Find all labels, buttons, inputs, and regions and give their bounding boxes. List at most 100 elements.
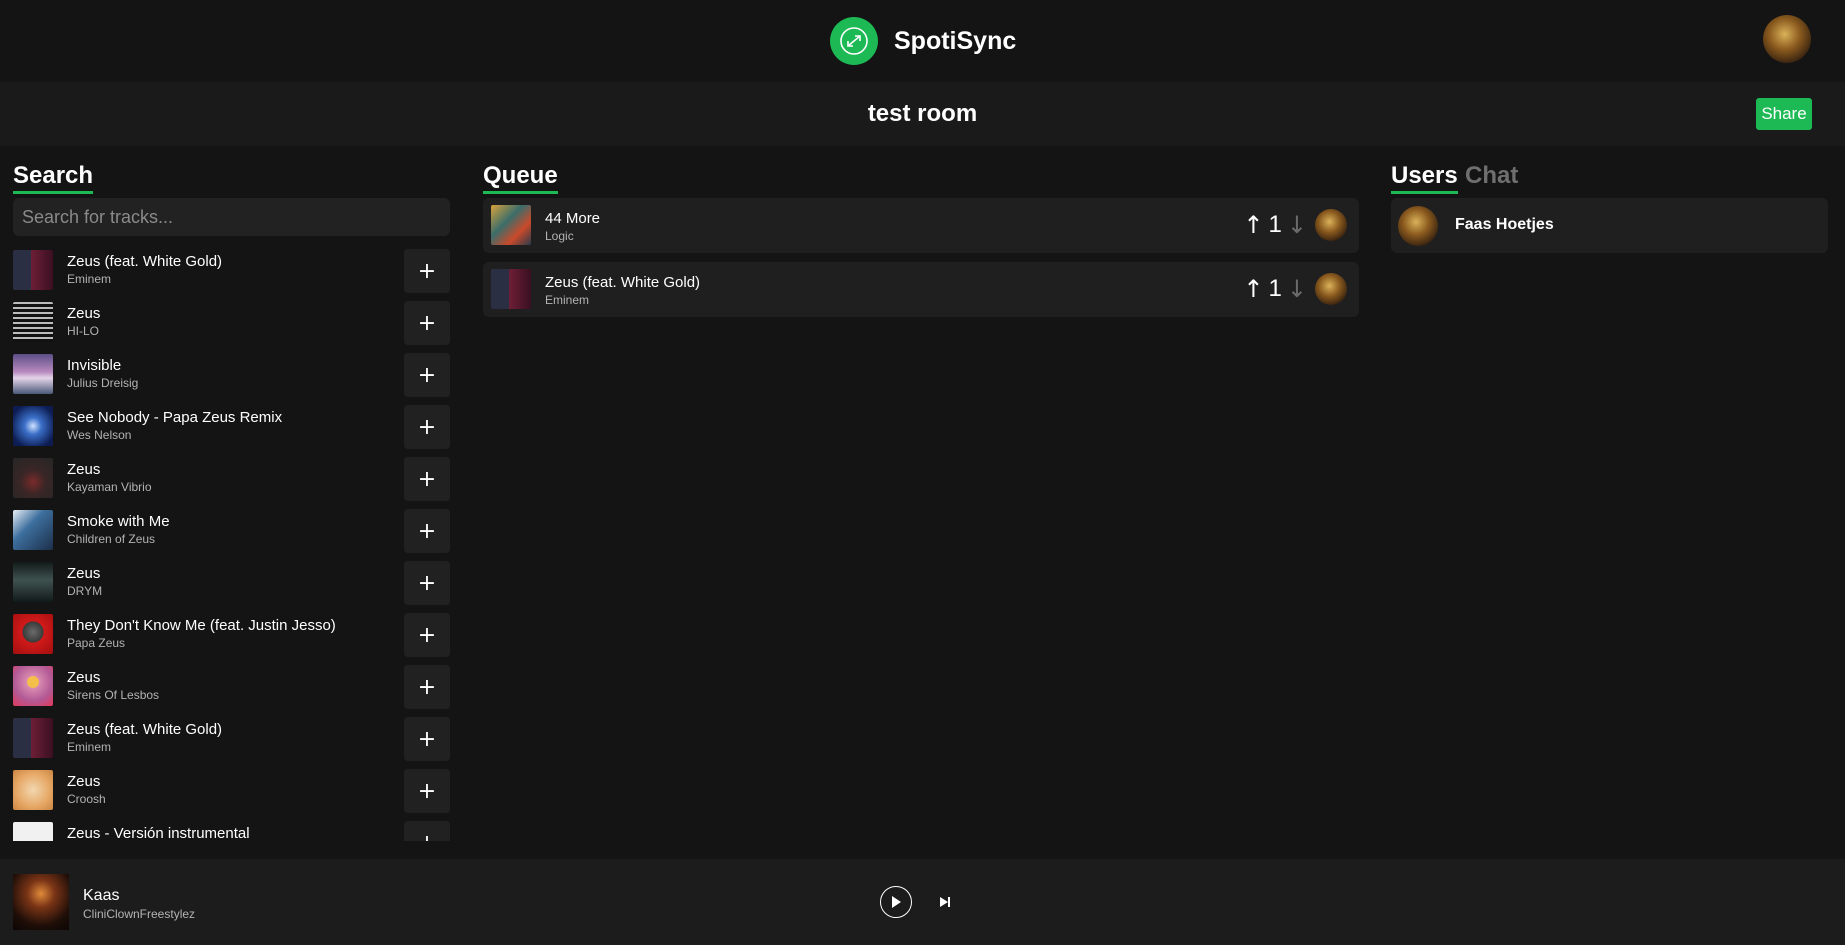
add-track-button[interactable]: + (404, 665, 450, 709)
track-artist: Sirens Of Lesbos (67, 688, 160, 702)
user-item: Faas Hoetjes (1391, 198, 1828, 253)
search-result: Zeus (feat. White Gold) Eminem + (13, 246, 450, 298)
track-title: Zeus (67, 305, 101, 322)
search-result: They Don't Know Me (feat. Justin Jesso) … (13, 610, 450, 662)
track-artist: Eminem (67, 740, 112, 754)
track-artist: Eminem (545, 293, 590, 307)
added-by-avatar (1315, 273, 1347, 305)
queue-item: Zeus (feat. White Gold) Eminem ↑ 1 ↓ (483, 262, 1359, 317)
album-cover (491, 205, 531, 245)
track-artist: Eminem (67, 272, 112, 286)
app-name: SpotiSync (894, 26, 1017, 55)
add-track-button[interactable]: + (404, 353, 450, 397)
player-bar: Kaas CliniClownFreestylez (0, 859, 1845, 945)
now-playing-title: Kaas (83, 887, 120, 904)
album-cover (13, 510, 53, 550)
track-title: Zeus (67, 773, 101, 790)
avatar (1398, 206, 1438, 246)
track-title: See Nobody - Papa Zeus Remix (67, 409, 283, 426)
now-playing-cover (13, 874, 69, 930)
now-playing-artist: CliniClownFreestylez (83, 907, 196, 921)
track-artist: Children of Zeus (67, 532, 156, 546)
track-title: Smoke with Me (67, 513, 170, 530)
vote-controls: ↑ 1 ↓ (1243, 208, 1347, 242)
search-result: Zeus Croosh + (13, 766, 450, 818)
search-result: Smoke with Me Children of Zeus + (13, 506, 450, 558)
search-result: Zeus - Versión instrumental + (13, 818, 450, 841)
tab-chat[interactable]: Chat (1465, 162, 1518, 192)
track-artist: DRYM (67, 584, 103, 598)
album-cover (13, 354, 53, 394)
album-cover (13, 822, 53, 841)
vote-count: 1 (1268, 211, 1282, 238)
search-result: See Nobody - Papa Zeus Remix Wes Nelson … (13, 402, 450, 454)
add-track-button[interactable]: + (404, 561, 450, 605)
downvote-arrow-icon[interactable]: ↓ (1287, 211, 1307, 239)
play-icon (892, 896, 901, 908)
tab-users-label: Users (1391, 162, 1458, 189)
album-cover (13, 458, 53, 498)
album-cover (13, 562, 53, 602)
track-artist: Logic (545, 229, 574, 243)
track-title: Zeus (feat. White Gold) (67, 253, 223, 270)
album-cover (491, 269, 531, 309)
album-cover (13, 614, 53, 654)
track-artist: Wes Nelson (67, 428, 132, 442)
heading-underline (1391, 191, 1458, 194)
add-track-button[interactable]: + (404, 821, 450, 841)
user-name: Faas Hoetjes (1455, 216, 1554, 233)
search-results[interactable]: Zeus (feat. White Gold) Eminem + Zeus HI… (13, 246, 450, 841)
track-title: Zeus (67, 461, 101, 478)
track-artist: Kayaman Vibrio (67, 480, 152, 494)
play-button[interactable] (880, 886, 912, 918)
track-artist: Julius Dreisig (67, 376, 139, 390)
queue-item: 44 More Logic ↑ 1 ↓ (483, 198, 1359, 253)
track-title: They Don't Know Me (feat. Justin Jesso) (67, 617, 336, 634)
add-track-button[interactable]: + (404, 509, 450, 553)
search-result: Invisible Julius Dreisig + (13, 350, 450, 402)
album-cover (13, 718, 53, 758)
skip-next-icon (940, 897, 950, 907)
track-title: Zeus (67, 565, 101, 582)
add-track-button[interactable]: + (404, 405, 450, 449)
queue-heading-label: Queue (483, 162, 558, 189)
search-heading-label: Search (13, 162, 94, 189)
upvote-arrow-icon[interactable]: ↑ (1243, 211, 1263, 239)
search-result: Zeus Sirens Of Lesbos + (13, 662, 450, 714)
add-track-button[interactable]: + (404, 301, 450, 345)
search-result: Zeus Kayaman Vibrio + (13, 454, 450, 506)
add-track-button[interactable]: + (404, 613, 450, 657)
upvote-arrow-icon[interactable]: ↑ (1243, 275, 1263, 303)
brand[interactable]: SpotiSync (830, 16, 1016, 66)
track-artist: Croosh (67, 792, 106, 806)
added-by-avatar (1315, 209, 1347, 241)
album-cover (13, 770, 53, 810)
track-artist: HI-LO (67, 324, 100, 338)
users-list: Faas Hoetjes (1391, 198, 1828, 253)
search-input[interactable] (13, 198, 450, 236)
track-title: Zeus (feat. White Gold) (545, 274, 701, 291)
add-track-button[interactable]: + (404, 717, 450, 761)
share-button[interactable]: Share (1756, 98, 1812, 130)
queue-list: 44 More Logic ↑ 1 ↓ Zeus (feat. White Go… (483, 198, 1359, 326)
skip-next-button[interactable] (936, 893, 954, 911)
add-track-button[interactable]: + (404, 769, 450, 813)
heading-underline (13, 191, 94, 194)
album-cover (13, 250, 53, 290)
track-title: Zeus (67, 669, 101, 686)
tab-users[interactable]: Users (1391, 162, 1458, 194)
search-heading: Search (13, 162, 94, 194)
sync-arrows-icon (830, 17, 878, 65)
user-avatar[interactable] (1763, 15, 1811, 63)
search-result: Zeus (feat. White Gold) Eminem + (13, 714, 450, 766)
downvote-arrow-icon[interactable]: ↓ (1287, 275, 1307, 303)
album-cover (13, 406, 53, 446)
room-bar: test room Share (0, 82, 1845, 146)
search-result: Zeus DRYM + (13, 558, 450, 610)
search-result: Zeus HI-LO + (13, 298, 450, 350)
add-track-button[interactable]: + (404, 457, 450, 501)
heading-underline (483, 191, 558, 194)
track-title: Zeus - Versión instrumental (67, 825, 250, 841)
add-track-button[interactable]: + (404, 249, 450, 293)
track-title: Zeus (feat. White Gold) (67, 721, 223, 738)
